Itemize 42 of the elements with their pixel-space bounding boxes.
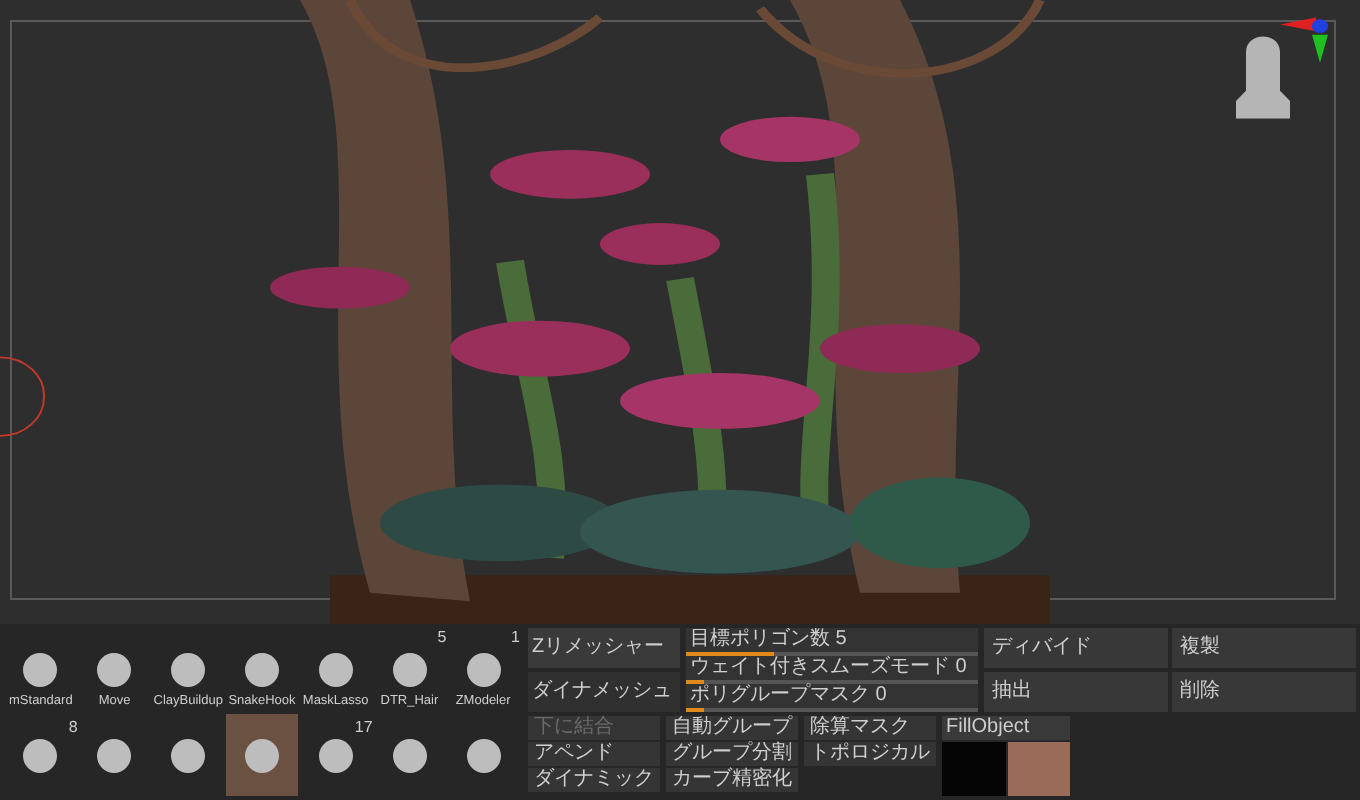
brush-icon [463, 737, 504, 773]
action-button[interactable]: 抽出 [984, 672, 1168, 712]
brush-icon [241, 652, 282, 688]
subtool-button[interactable]: ダイナミック [528, 768, 660, 792]
brush-icon [241, 737, 282, 773]
brush-count: 1 [511, 628, 520, 646]
brush-icon [168, 737, 209, 773]
slider[interactable]: ポリグループマスク 0 [686, 684, 978, 712]
head-gizmo-icon[interactable] [1236, 17, 1328, 119]
subtool-button[interactable]: 自動グループ [666, 716, 798, 740]
brush-icon [315, 737, 356, 773]
brush-icon [94, 652, 135, 688]
color-swatch[interactable] [1007, 742, 1070, 796]
fill-object-button[interactable]: FillObject [942, 716, 1070, 740]
brush-cursor-icon [0, 356, 45, 437]
brush-count: 5 [437, 628, 447, 646]
brush-button[interactable] [225, 714, 299, 796]
brush-button[interactable]: 17 [298, 714, 373, 796]
brush-count: 17 [354, 718, 373, 736]
brush-icon [94, 737, 135, 773]
brush-icon [389, 737, 430, 773]
color-swatch[interactable] [942, 742, 1005, 796]
action-button[interactable]: 複製 [1172, 628, 1356, 668]
dynamesh-button[interactable]: ダイナメッシュ [528, 672, 680, 712]
brush-icon [463, 652, 504, 688]
brush-icon [315, 652, 356, 688]
slider[interactable]: 目標ポリゴン数 5 [686, 628, 978, 656]
slider[interactable]: ウェイト付きスムーズモード 0 [686, 656, 978, 684]
subtool-button[interactable]: カーブ精密化 [666, 768, 798, 792]
brush-icon [20, 652, 61, 688]
subtool-button[interactable]: 除算マスク [804, 716, 936, 740]
brush-icon [389, 652, 430, 688]
action-button[interactable]: 削除 [1172, 672, 1356, 712]
brush-icon [20, 737, 61, 773]
brush-count: 8 [68, 718, 78, 736]
zremesher-button[interactable]: Zリメッシャー [528, 628, 680, 668]
brush-button[interactable]: 8 [4, 714, 78, 796]
subtool-button[interactable]: グループ分割 [666, 742, 798, 766]
brush-icon [168, 652, 209, 688]
subtool-button[interactable]: トポロジカル [804, 742, 936, 766]
subtool-button[interactable]: アペンド [528, 742, 660, 766]
action-button[interactable]: ディバイド [984, 628, 1168, 668]
